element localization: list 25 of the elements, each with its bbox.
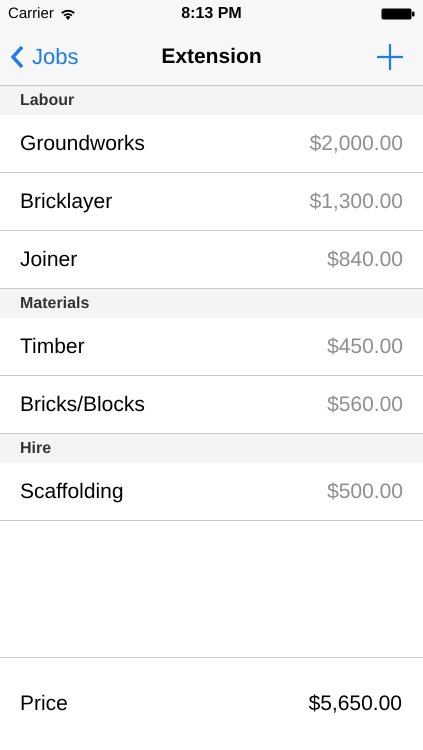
item-name: Bricks/Blocks (20, 392, 145, 418)
section-header: Hire (20, 438, 52, 458)
nav-title: Extension (161, 44, 262, 70)
section-header: Materials (20, 294, 90, 314)
item-name: Joiner (20, 246, 78, 273)
item-name: Groundworks (20, 130, 145, 157)
carrier-label: Carrier (8, 4, 54, 24)
price-label: Price (20, 691, 68, 718)
item-amount: $1,300.00 (310, 188, 403, 215)
item-amount: $840.00 (327, 246, 403, 273)
wifi-icon (60, 8, 76, 20)
item-name: Scaffolding (20, 478, 124, 505)
chevron-left-icon (10, 44, 24, 68)
battery-icon (381, 8, 415, 20)
status-time: 8:13 PM (181, 4, 242, 24)
back-button[interactable]: Jobs (10, 40, 78, 73)
item-amount: $500.00 (327, 478, 403, 505)
item-name: Timber (20, 334, 85, 360)
add-icon[interactable] (377, 44, 403, 70)
item-amount: $450.00 (327, 334, 403, 360)
item-amount: $560.00 (327, 392, 403, 418)
item-name: Bricklayer (20, 188, 112, 215)
item-amount: $2,000.00 (310, 130, 403, 157)
price-total: $5,650.00 (308, 691, 402, 718)
section-header: Labour (20, 90, 74, 110)
